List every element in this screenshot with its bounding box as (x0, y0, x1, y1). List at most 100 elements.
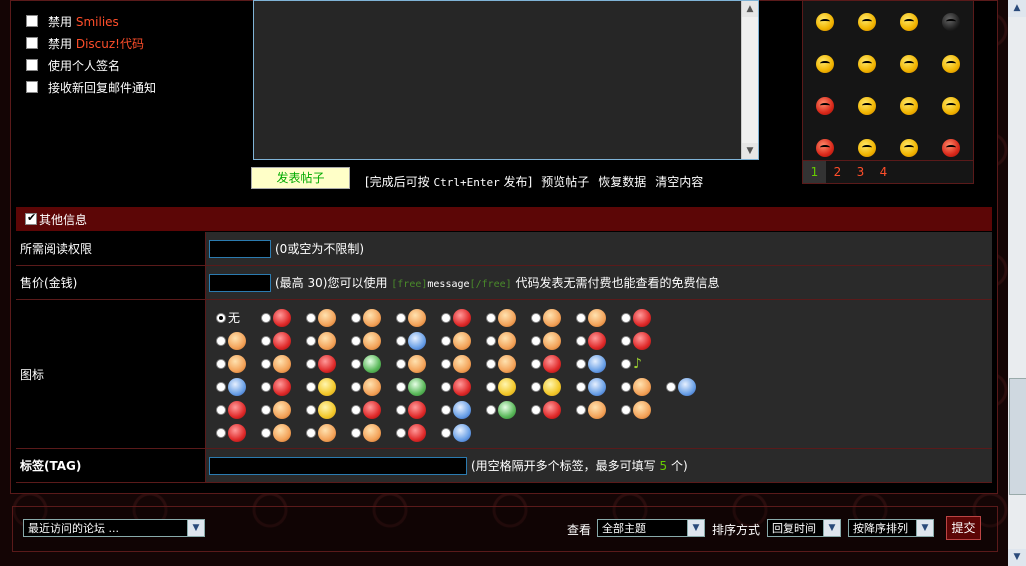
icon-option[interactable] (306, 329, 351, 352)
scroll-up-icon[interactable]: ▲ (1008, 0, 1026, 17)
radio[interactable] (306, 358, 316, 369)
checkbox[interactable] (26, 15, 38, 27)
icon-option[interactable] (486, 352, 531, 375)
icon-option[interactable] (531, 352, 576, 375)
icon-option[interactable] (396, 306, 441, 329)
radio[interactable] (396, 358, 406, 369)
radio[interactable] (306, 381, 316, 392)
icon-option[interactable] (396, 398, 441, 421)
radio[interactable] (621, 358, 631, 369)
smiley-icon[interactable] (858, 13, 876, 31)
radio[interactable] (351, 381, 361, 392)
icon-option[interactable] (261, 306, 306, 329)
tag-input[interactable] (209, 456, 467, 475)
option-disable-smilies[interactable]: 禁用 Smilies (26, 12, 119, 30)
icon-option[interactable] (531, 398, 576, 421)
radio[interactable] (621, 381, 631, 392)
radio[interactable] (261, 312, 271, 323)
option-disable-discuz-code[interactable]: 禁用 Discuz!代码 (26, 34, 144, 52)
icon-option[interactable] (306, 352, 351, 375)
radio[interactable] (441, 358, 451, 369)
smiley-icon[interactable] (816, 139, 834, 157)
radio[interactable] (351, 404, 361, 415)
page-scrollbar[interactable]: ▲ ▼ (1008, 0, 1026, 566)
radio[interactable] (306, 312, 316, 323)
read-permission-input[interactable] (209, 239, 271, 258)
icon-option[interactable] (576, 352, 621, 375)
icon-option[interactable]: ♪ (621, 352, 666, 375)
smiley-icon[interactable] (900, 97, 918, 115)
radio[interactable] (306, 404, 316, 415)
icon-option[interactable] (216, 375, 261, 398)
icon-option[interactable] (216, 352, 261, 375)
radio[interactable] (216, 427, 226, 438)
submit-post-button[interactable]: 发表帖子 (251, 167, 350, 189)
post-content-editor[interactable]: ▲ ▼ (253, 0, 759, 160)
icon-option[interactable] (351, 375, 396, 398)
radio[interactable] (396, 427, 406, 438)
forum-jump-select[interactable]: 最近访问的论坛 ... ▼ (23, 519, 205, 537)
icon-option[interactable] (441, 398, 486, 421)
icon-option[interactable] (306, 375, 351, 398)
other-info-header[interactable]: ✔ 其他信息 (16, 207, 992, 231)
smiley-icon[interactable] (816, 13, 834, 31)
pager-page-3[interactable]: 3 (849, 165, 872, 179)
scroll-up-icon[interactable]: ▲ (742, 1, 758, 17)
chevron-down-icon[interactable]: ▼ (916, 520, 933, 536)
icon-option[interactable] (261, 398, 306, 421)
icon-option[interactable] (486, 375, 531, 398)
clear-content-link[interactable]: 清空内容 (655, 173, 703, 190)
editor-scrollbar[interactable]: ▲ ▼ (741, 1, 758, 159)
icon-option[interactable] (351, 398, 396, 421)
preview-post-link[interactable]: 预览帖子 (541, 173, 589, 190)
icon-option[interactable] (396, 421, 441, 444)
icon-option[interactable] (576, 329, 621, 352)
icon-option[interactable] (261, 329, 306, 352)
radio[interactable] (396, 312, 406, 323)
radio[interactable] (216, 312, 226, 323)
icon-option[interactable] (621, 306, 666, 329)
smiley-icon[interactable] (858, 139, 876, 157)
radio[interactable] (396, 381, 406, 392)
radio[interactable] (216, 358, 226, 369)
icon-option[interactable] (441, 329, 486, 352)
icon-option[interactable] (576, 306, 621, 329)
icon-option[interactable] (441, 306, 486, 329)
icon-option[interactable] (306, 421, 351, 444)
radio[interactable] (261, 427, 271, 438)
icon-option[interactable] (486, 306, 531, 329)
radio[interactable] (576, 381, 586, 392)
icon-option[interactable] (621, 375, 666, 398)
icon-option[interactable] (216, 329, 261, 352)
radio[interactable] (531, 358, 541, 369)
radio[interactable] (261, 358, 271, 369)
icon-option[interactable] (441, 352, 486, 375)
radio[interactable] (486, 358, 496, 369)
icon-option[interactable] (441, 421, 486, 444)
radio[interactable] (441, 335, 451, 346)
radio[interactable] (666, 381, 676, 392)
icon-option-none[interactable]: 无 (216, 306, 261, 329)
icon-option[interactable] (351, 352, 396, 375)
radio[interactable] (216, 335, 226, 346)
option-email-notify[interactable]: 接收新回复邮件通知 (26, 78, 156, 96)
smiley-icon[interactable] (942, 97, 960, 115)
checkbox[interactable] (26, 37, 38, 49)
radio[interactable] (216, 404, 226, 415)
radio[interactable] (576, 312, 586, 323)
icon-option[interactable] (396, 329, 441, 352)
radio[interactable] (486, 312, 496, 323)
checkbox[interactable] (26, 81, 38, 93)
option-use-signature[interactable]: 使用个人签名 (26, 56, 120, 74)
pager-page-4[interactable]: 4 (872, 165, 895, 179)
radio[interactable] (486, 381, 496, 392)
chevron-down-icon[interactable]: ▼ (187, 520, 204, 536)
chevron-down-icon[interactable]: ▼ (687, 520, 704, 536)
icon-option[interactable] (576, 398, 621, 421)
radio[interactable] (261, 381, 271, 392)
smiley-icon[interactable] (858, 97, 876, 115)
smiley-icon[interactable] (900, 13, 918, 31)
icon-option[interactable] (531, 375, 576, 398)
icon-option[interactable] (441, 375, 486, 398)
icon-option[interactable] (486, 398, 531, 421)
